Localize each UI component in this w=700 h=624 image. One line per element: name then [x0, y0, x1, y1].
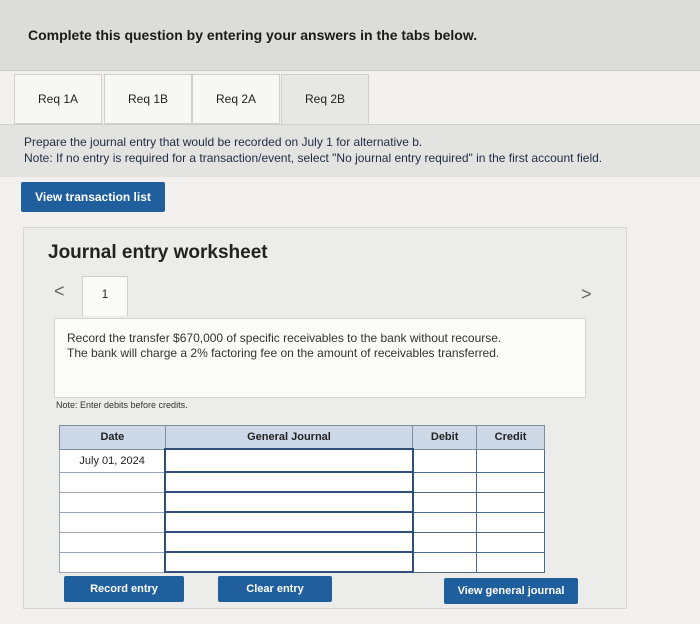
account-field[interactable]	[164, 511, 414, 533]
account-field[interactable]	[164, 448, 414, 473]
instruction-text: Complete this question by entering your …	[28, 27, 478, 43]
table-row	[59, 531, 545, 553]
worksheet-title: Journal entry worksheet	[48, 242, 268, 263]
table-row: July 01, 2024	[59, 448, 545, 473]
journal-table: Date General Journal Debit Credit July 0…	[59, 425, 545, 573]
date-cell	[59, 471, 166, 493]
entry-tab-1[interactable]: 1	[82, 276, 128, 316]
debit-field[interactable]	[412, 531, 478, 553]
tab-req-1a[interactable]: Req 1A	[14, 74, 102, 124]
debit-field[interactable]	[412, 471, 478, 493]
journal-entry-worksheet: Journal entry worksheet < 1 > Record the…	[23, 227, 627, 609]
transaction-description: Record the transfer $670,000 of specific…	[67, 331, 502, 360]
credit-field[interactable]	[476, 511, 545, 533]
credit-field[interactable]	[476, 551, 545, 573]
credit-field[interactable]	[476, 491, 545, 513]
date-cell	[59, 511, 166, 533]
account-field[interactable]	[164, 471, 414, 493]
general-journal-header: General Journal	[164, 425, 414, 450]
account-field[interactable]	[164, 491, 414, 513]
date-cell	[59, 551, 166, 573]
account-field[interactable]	[164, 531, 414, 553]
credit-field[interactable]	[476, 471, 545, 493]
debit-field[interactable]	[412, 551, 478, 573]
date-header: Date	[59, 425, 166, 450]
credit-field[interactable]	[476, 531, 545, 553]
table-row	[59, 491, 545, 513]
chevron-left-icon[interactable]: <	[54, 281, 65, 302]
debit-field[interactable]	[412, 448, 478, 473]
prompt-line-1: Prepare the journal entry that would be …	[24, 135, 423, 149]
debits-note: Note: Enter debits before credits.	[56, 400, 188, 410]
tab-req-1b[interactable]: Req 1B	[104, 74, 192, 124]
transaction-description-box: Record the transfer $670,000 of specific…	[54, 318, 586, 398]
debit-header: Debit	[412, 425, 478, 450]
date-cell	[59, 491, 166, 513]
tab-req-2a[interactable]: Req 2A	[192, 74, 280, 124]
credit-header: Credit	[476, 425, 545, 450]
clear-entry-button[interactable]: Clear entry	[218, 576, 332, 602]
chevron-right-icon[interactable]: >	[581, 284, 592, 305]
journal-header-row: Date General Journal Debit Credit	[59, 425, 545, 450]
table-row	[59, 471, 545, 493]
instruction-bar: Complete this question by entering your …	[0, 0, 700, 71]
date-cell: July 01, 2024	[59, 448, 166, 473]
table-row	[59, 551, 545, 573]
view-general-journal-button[interactable]: View general journal	[444, 578, 578, 604]
prompt-note: Note: If no entry is required for a tran…	[24, 151, 603, 165]
view-transaction-list-button[interactable]: View transaction list	[21, 182, 165, 212]
date-cell	[59, 531, 166, 553]
credit-field[interactable]	[476, 448, 545, 473]
table-row	[59, 511, 545, 533]
account-field[interactable]	[164, 551, 414, 573]
debit-field[interactable]	[412, 491, 478, 513]
prompt-box: Prepare the journal entry that would be …	[0, 124, 700, 177]
debit-field[interactable]	[412, 511, 478, 533]
tab-req-2b[interactable]: Req 2B	[281, 74, 369, 124]
record-entry-button[interactable]: Record entry	[64, 576, 184, 602]
